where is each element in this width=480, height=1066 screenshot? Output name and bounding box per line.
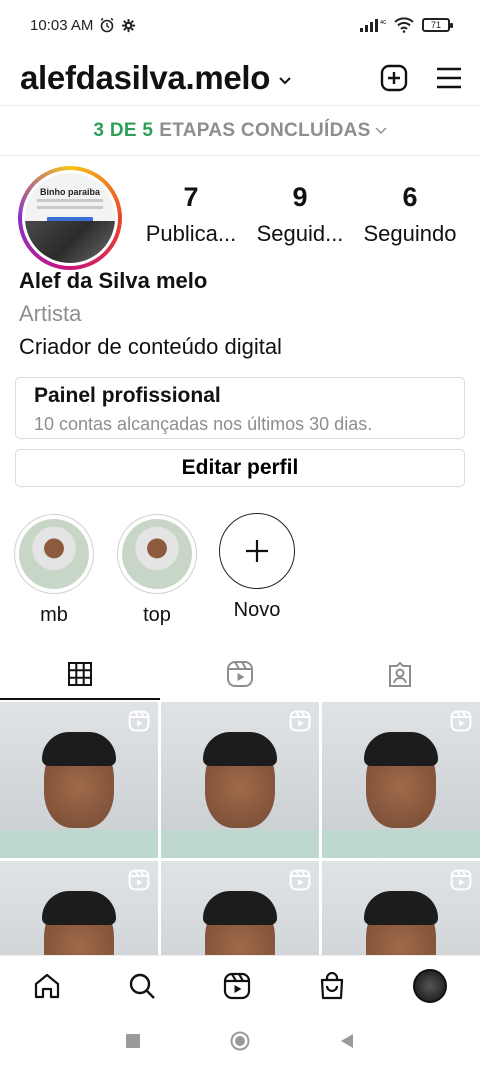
- profile-category: Artista: [19, 301, 82, 326]
- post-thumbnail[interactable]: [161, 861, 319, 955]
- shop-icon[interactable]: [318, 971, 346, 1000]
- highlight-label: Novo: [233, 599, 281, 621]
- grid-icon: [68, 662, 92, 686]
- tab-tagged[interactable]: [320, 648, 480, 700]
- highlight-cover: [19, 519, 89, 589]
- avatar-image: Binho paraiba: [25, 173, 115, 263]
- stat-following[interactable]: 6 Seguindo: [355, 182, 465, 247]
- home-button-icon[interactable]: [230, 1031, 250, 1051]
- back-icon[interactable]: [340, 1033, 354, 1049]
- alarm-icon: [100, 17, 114, 33]
- dashboard-title: Painel profissional: [34, 384, 221, 407]
- search-icon[interactable]: [128, 972, 156, 1000]
- profile-name: Alef da Silva melo: [19, 268, 208, 293]
- settings-gear-icon: [122, 18, 136, 32]
- onboarding-steps[interactable]: 3 DE 5 ETAPAS CONCLUÍDAS: [0, 106, 480, 156]
- steps-label: ETAPAS CONCLUÍDAS: [159, 119, 371, 141]
- stat-label: Seguid...: [256, 221, 344, 246]
- profile-header: alefdasilva.melo: [0, 50, 480, 106]
- bottom-navigation: [0, 955, 480, 1015]
- post-thumbnail[interactable]: [322, 861, 480, 955]
- stat-value: 7: [183, 182, 199, 212]
- menu-icon[interactable]: [436, 67, 462, 89]
- avatar-caption: Binho paraiba: [39, 187, 100, 197]
- create-post-icon[interactable]: [380, 64, 408, 92]
- highlight-item[interactable]: mb: [14, 514, 94, 627]
- system-navigation: [0, 1015, 480, 1066]
- battery-icon: 71: [422, 18, 453, 32]
- tab-posts-grid[interactable]: [0, 648, 160, 700]
- reels-icon[interactable]: [223, 972, 251, 1000]
- stat-followers[interactable]: 9 Seguid...: [245, 182, 355, 247]
- highlight-label: mb: [40, 604, 68, 626]
- reel-indicator-icon: [128, 710, 150, 732]
- stat-label: Seguindo: [363, 221, 457, 246]
- stat-value: 6: [402, 182, 418, 212]
- chevron-down-icon: [375, 126, 387, 134]
- chevron-down-icon[interactable]: [278, 76, 292, 86]
- highlight-cover: [122, 519, 192, 589]
- professional-dashboard[interactable]: Painel profissional 10 contas alcançadas…: [15, 377, 465, 439]
- profile-tabs: [0, 648, 480, 700]
- reel-indicator-icon: [450, 710, 472, 732]
- highlight-label: top: [143, 604, 171, 626]
- profile-bio: Criador de conteúdo digital: [19, 334, 282, 359]
- profile-avatar[interactable]: Binho paraiba: [18, 166, 122, 270]
- tagged-icon: [389, 661, 411, 687]
- posts-grid: [0, 702, 480, 955]
- post-thumbnail[interactable]: [0, 702, 158, 858]
- edit-profile-button[interactable]: Editar perfil: [15, 449, 465, 487]
- account-username[interactable]: alefdasilva.melo: [20, 59, 270, 97]
- reel-indicator-icon: [128, 869, 150, 891]
- stat-posts[interactable]: 7 Publica...: [136, 182, 246, 247]
- post-thumbnail[interactable]: [161, 702, 319, 858]
- post-thumbnail[interactable]: [322, 702, 480, 858]
- reel-indicator-icon: [289, 710, 311, 732]
- signal-icon: 4G: [360, 19, 386, 32]
- wifi-icon: [394, 17, 414, 33]
- profile-avatar[interactable]: [412, 968, 447, 1003]
- new-highlight-button[interactable]: Novo: [217, 513, 297, 622]
- stat-value: 9: [292, 182, 308, 212]
- post-thumbnail[interactable]: [0, 861, 158, 955]
- plus-icon: [246, 540, 268, 562]
- reel-indicator-icon: [450, 869, 472, 891]
- tab-reels[interactable]: [160, 648, 320, 700]
- status-bar: 10:03 AM 4G 71: [0, 0, 480, 50]
- home-icon[interactable]: [33, 972, 61, 1000]
- recent-apps-icon[interactable]: [126, 1033, 140, 1048]
- reels-icon: [227, 661, 253, 687]
- stat-label: Publica...: [145, 221, 237, 246]
- dashboard-subtitle: 10 contas alcançadas nos últimos 30 dias…: [34, 414, 373, 434]
- steps-count: 3 DE 5: [93, 119, 154, 141]
- profile-summary: Binho paraiba 7 Publica... 9 Seguid... 6…: [0, 160, 480, 270]
- highlight-item[interactable]: top: [117, 514, 197, 627]
- clock-time: 10:03 AM: [30, 16, 94, 34]
- svg-text:4G: 4G: [380, 20, 386, 26]
- reel-indicator-icon: [289, 869, 311, 891]
